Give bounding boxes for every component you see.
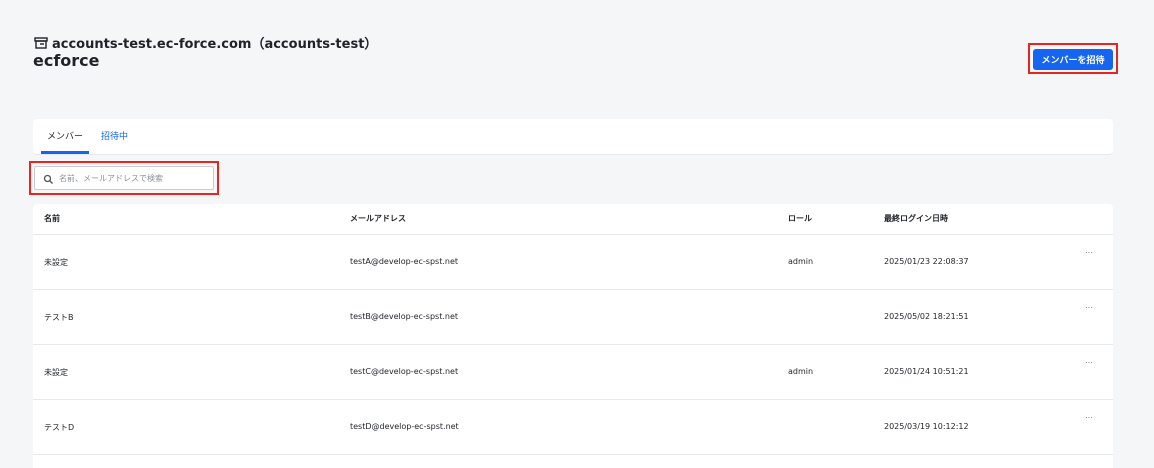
member-email: testB@develop-ec-spst.net — [350, 312, 459, 321]
invite-member-button[interactable]: メンバーを招待 — [1033, 49, 1113, 70]
table-row: 未設定 testA@develop-ec-spst.net admin 2025… — [33, 235, 1113, 290]
member-email: testA@develop-ec-spst.net — [350, 257, 459, 266]
column-header-email: メールアドレス — [350, 214, 406, 223]
search-box — [34, 166, 214, 190]
member-name: テストB — [44, 313, 74, 322]
table-row: テストD testD@develop-ec-spst.net 2025/03/1… — [33, 400, 1113, 455]
active-tab-indicator — [41, 151, 89, 154]
member-name: 未設定 — [44, 258, 68, 267]
members-table: 名前 メールアドレス ロール 最終ログイン日時 未設定 testA@develo… — [33, 204, 1113, 468]
search-icon — [43, 174, 53, 184]
more-options-icon[interactable]: ··· — [1083, 248, 1095, 258]
org-name: ecforce — [33, 51, 100, 70]
member-role: admin — [788, 367, 814, 376]
shop-label: accounts-test.ec-force.com（accounts-test… — [52, 37, 378, 52]
member-email: testD@develop-ec-spst.net — [350, 422, 459, 431]
store-icon — [34, 36, 48, 49]
member-role: admin — [788, 257, 814, 266]
tab-bar: メンバー 招待中 — [33, 119, 1113, 155]
search-input[interactable] — [59, 170, 209, 187]
more-options-icon[interactable]: ··· — [1083, 303, 1095, 313]
table-row: テストB testB@develop-ec-spst.net 2025/05/0… — [33, 290, 1113, 345]
tab-members[interactable]: メンバー — [47, 129, 83, 142]
more-options-icon[interactable]: ··· — [1083, 358, 1095, 368]
member-name: 未設定 — [44, 368, 68, 377]
member-email: testC@develop-ec-spst.net — [350, 367, 459, 376]
shop-header: accounts-test.ec-force.com（accounts-test… — [34, 33, 377, 52]
member-name: テストD — [44, 423, 75, 432]
column-header-role: ロール — [788, 214, 812, 223]
member-last-login: 2025/05/02 18:21:51 — [884, 312, 969, 321]
column-header-last-login: 最終ログイン日時 — [884, 214, 948, 223]
invite-button-highlight: メンバーを招待 — [1028, 43, 1118, 74]
member-last-login: 2025/01/23 22:08:37 — [884, 257, 969, 266]
member-last-login: 2025/03/19 10:12:12 — [884, 422, 969, 431]
column-header-name: 名前 — [44, 214, 60, 223]
more-options-icon[interactable]: ··· — [1083, 413, 1095, 423]
search-highlight — [29, 161, 219, 195]
tab-invites[interactable]: 招待中 — [101, 129, 128, 142]
member-last-login: 2025/01/24 10:51:21 — [884, 367, 969, 376]
table-row: 未設定 testC@develop-ec-spst.net admin 2025… — [33, 345, 1113, 400]
